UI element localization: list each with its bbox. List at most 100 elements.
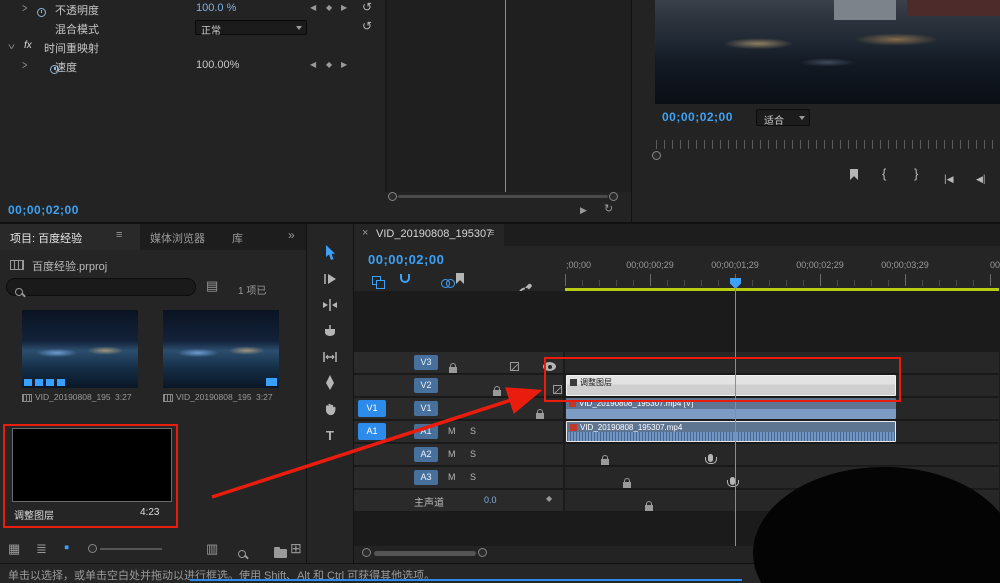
clip-thumbnail-2[interactable]: [163, 310, 279, 388]
track-target-v2[interactable]: V2: [414, 378, 438, 393]
solo-button[interactable]: S: [470, 472, 476, 482]
program-preview-image[interactable]: [655, 0, 1000, 104]
filmstrip-overlay-icons[interactable]: [24, 379, 66, 386]
opacity-value[interactable]: 100.0 %: [196, 2, 236, 14]
timeline-scroll-right-handle[interactable]: [478, 548, 487, 557]
clip-2-name[interactable]: VID_20190808_1953..: [176, 392, 252, 402]
type-tool-button[interactable]: T: [316, 424, 344, 446]
lock-icon[interactable]: [623, 482, 631, 488]
track-select-tool-button[interactable]: [316, 268, 344, 290]
voiceover-mic-icon[interactable]: [730, 477, 735, 485]
automate-sequence-icon[interactable]: ▥: [206, 542, 218, 555]
icon-view-icon[interactable]: ▪: [64, 540, 69, 555]
opacity-reset-icon[interactable]: ↺: [362, 1, 372, 13]
source-patch-a1[interactable]: A1: [358, 423, 386, 440]
opacity-add-keyframe-icon[interactable]: ◆: [326, 4, 332, 12]
sync-lock-icon[interactable]: [510, 362, 519, 371]
ripple-edit-tool-button[interactable]: [316, 294, 344, 316]
blend-reset-icon[interactable]: ↺: [362, 20, 372, 32]
mute-button[interactable]: M: [448, 449, 456, 459]
timeline-timecode[interactable]: 00;00;02;00: [368, 252, 444, 267]
opacity-stopwatch-icon[interactable]: [37, 8, 46, 17]
find-icon[interactable]: [238, 550, 246, 558]
go-to-in-icon[interactable]: |◀: [944, 169, 954, 187]
opacity-prev-keyframe-icon[interactable]: ◀: [310, 4, 316, 12]
track-target-a3[interactable]: A3: [414, 470, 438, 485]
blend-mode-dropdown[interactable]: 正常: [195, 20, 307, 35]
razor-tool-button[interactable]: [316, 320, 344, 342]
hand-tool-button[interactable]: [316, 398, 344, 420]
zoom-slider-handle[interactable]: [88, 544, 97, 553]
timeline-scrollbar[interactable]: [374, 551, 476, 556]
step-back-icon[interactable]: ◀|: [976, 169, 986, 187]
program-time-ruler[interactable]: [656, 140, 996, 149]
speed-prev-keyframe-icon[interactable]: ◀: [310, 61, 316, 69]
tab-project[interactable]: 项目: 百度经验 ≡: [0, 224, 140, 250]
lock-icon[interactable]: [645, 505, 653, 511]
tab-library[interactable]: 库: [232, 230, 243, 246]
program-scrubber-handle[interactable]: [652, 151, 661, 160]
lock-icon[interactable]: [493, 390, 501, 396]
speed-next-keyframe-icon[interactable]: ▶: [341, 61, 347, 69]
timeline-scroll-left-handle[interactable]: [362, 548, 371, 557]
new-item-icon[interactable]: ⊞: [290, 541, 302, 555]
new-bin-icon[interactable]: [274, 549, 287, 558]
list-view-icon[interactable]: ≣: [36, 542, 47, 555]
source-patch-v1[interactable]: V1: [358, 400, 386, 417]
ec-scroll-left-handle[interactable]: [388, 192, 397, 201]
ec-timecode[interactable]: 00;00;02;00: [8, 203, 79, 217]
track-target-a2[interactable]: A2: [414, 447, 438, 462]
ec-scroll-right-handle[interactable]: [609, 192, 618, 201]
solo-button[interactable]: S: [470, 426, 476, 436]
lock-icon[interactable]: [536, 413, 544, 419]
tab-overflow-icon[interactable]: »: [288, 229, 295, 241]
playhead-line[interactable]: [735, 284, 736, 546]
lock-icon[interactable]: [601, 459, 609, 465]
tab-media-browser[interactable]: 媒体浏览器: [150, 230, 205, 246]
speed-value[interactable]: 100.00%: [196, 59, 239, 71]
opacity-expand-chevron[interactable]: >: [22, 2, 27, 14]
zoom-slider-track[interactable]: [100, 548, 162, 550]
track-lane-a2[interactable]: [565, 444, 999, 466]
track-target-a1[interactable]: A1: [414, 424, 438, 439]
opacity-next-keyframe-icon[interactable]: ▶: [341, 4, 347, 12]
ec-play-icon[interactable]: ▶: [580, 206, 587, 215]
filter-bin-icon[interactable]: ▤: [206, 279, 218, 292]
track-target-v3[interactable]: V3: [414, 355, 438, 370]
solo-button[interactable]: S: [470, 449, 476, 459]
close-icon[interactable]: ×: [362, 228, 368, 239]
add-marker-icon[interactable]: [850, 169, 858, 180]
speed-expand-chevron[interactable]: >: [22, 59, 27, 71]
clip-thumbnail-1[interactable]: [22, 310, 138, 388]
panel-menu-icon[interactable]: ≡: [116, 230, 122, 241]
mute-button[interactable]: M: [448, 426, 456, 436]
master-level-value[interactable]: 0.0: [484, 495, 497, 505]
program-timecode[interactable]: 00;00;02;00: [662, 110, 733, 124]
voiceover-mic-icon[interactable]: [708, 454, 713, 462]
ec-scrollbar[interactable]: [398, 195, 608, 198]
bin-view-icon[interactable]: ▦: [8, 542, 20, 555]
ec-mini-timeline[interactable]: [387, 0, 631, 192]
clip-1-name[interactable]: VID_20190808_1953..: [35, 392, 111, 402]
time-remap-collapse-chevron[interactable]: >: [5, 44, 17, 49]
ec-loop-icon[interactable]: ↻: [604, 204, 613, 215]
project-file-name[interactable]: 百度经验.prproj: [32, 258, 107, 274]
master-keyframe-icon[interactable]: ◆: [546, 495, 552, 503]
panel-menu-icon[interactable]: ≡: [488, 228, 494, 239]
nest-source-icon[interactable]: [372, 276, 383, 287]
lock-icon[interactable]: [449, 367, 457, 373]
selection-tool-button[interactable]: [316, 242, 344, 264]
tab-sequence[interactable]: × VID_20190808_195307 ≡: [354, 224, 504, 246]
time-ruler[interactable]: [565, 274, 999, 286]
mute-button[interactable]: M: [448, 472, 456, 482]
speed-add-keyframe-icon[interactable]: ◆: [326, 61, 332, 69]
slip-tool-button[interactable]: [316, 346, 344, 368]
pen-tool-button[interactable]: [316, 372, 344, 394]
zoom-fit-dropdown[interactable]: 适合: [756, 109, 810, 126]
linked-selection-icon[interactable]: [441, 279, 455, 288]
search-input[interactable]: [6, 278, 196, 296]
mark-in-icon[interactable]: {: [882, 167, 886, 180]
clip-audio[interactable]: VID_20190808_195307.mp4: [566, 421, 896, 442]
ec-playhead[interactable]: [505, 0, 506, 192]
track-target-v1[interactable]: V1: [414, 401, 438, 416]
